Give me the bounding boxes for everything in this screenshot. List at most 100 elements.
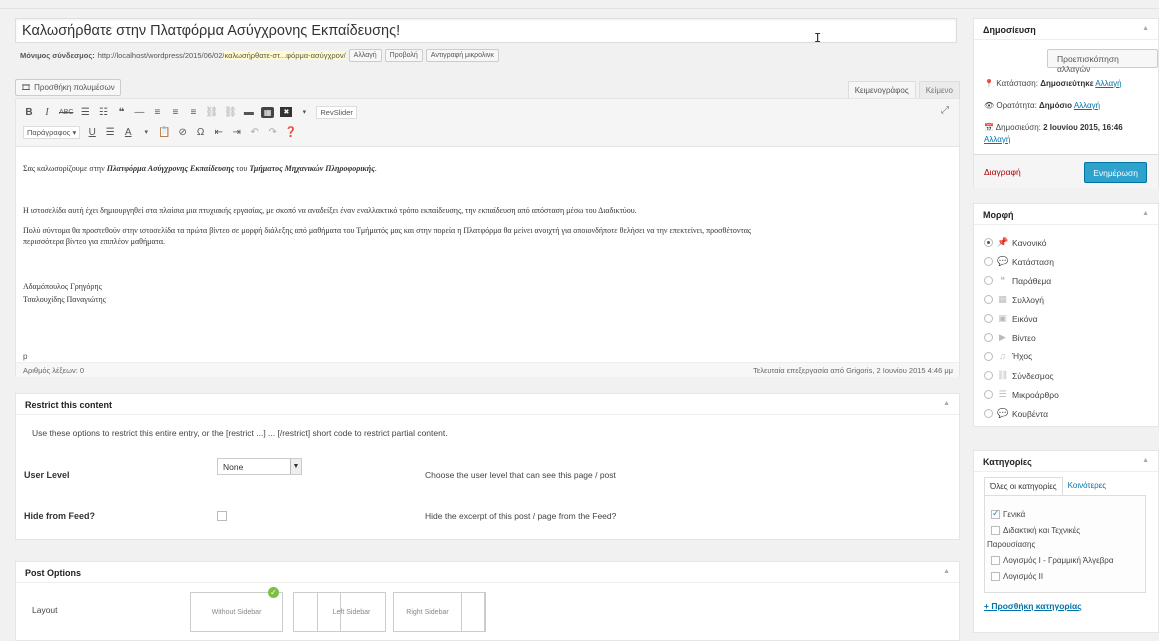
paste-text-icon[interactable]: 📋 (158, 127, 170, 138)
permalink-url[interactable]: http://localhost/wordpress/2015/06/02/ (98, 51, 225, 60)
clear-formatting-icon[interactable]: ⊘ (177, 127, 189, 138)
hide-feed-label: Hide from Feed? (24, 511, 96, 521)
media-icon: 🎞 (21, 83, 32, 92)
post-options-header[interactable]: Post Options ▲ (16, 562, 959, 583)
editor-toolbar: B I ABC ☰ ☷ ❝ — ≡ ≡ ≡ ⛓ ⛓ ▬ ▦ ✖ ▾ RevSli… (16, 99, 959, 147)
edit-visibility-link[interactable]: Αλλαγή (1074, 101, 1100, 110)
delete-link[interactable]: Διαγραφή (984, 167, 1021, 177)
video-icon: ▶ (999, 332, 1006, 342)
tab-visual[interactable]: Κειμενογράφος (847, 81, 916, 98)
layout-right-sidebar[interactable]: Right Sidebar (393, 592, 486, 632)
toolbar-toggle-icon[interactable]: ▦ (260, 106, 275, 118)
insert-link-icon[interactable]: ⛓ (205, 107, 218, 118)
read-more-icon[interactable]: ▬ (243, 107, 255, 118)
bullet-list-icon[interactable]: ☰ (79, 107, 91, 118)
tab-all-categories[interactable]: Όλες οι κατηγορίες (984, 477, 1063, 495)
remove-link-icon[interactable]: ⛓ (224, 107, 237, 118)
add-category-link[interactable]: + Προσθήκη κατηγορίας (984, 601, 1082, 611)
collapse-arrow-icon[interactable]: ▲ (1142, 210, 1149, 217)
permalink-slug[interactable]: καλωσήρθατε-στ...φόρμα-ασύγχρον/ (224, 51, 346, 60)
format-option-audio[interactable]: ♫ Ήχος (984, 351, 1032, 361)
editor-tabs: Κειμενογράφος Κείμενο (845, 81, 960, 98)
add-media-button[interactable]: 🎞 Προσθήκη πολυμέσων (15, 79, 121, 96)
update-button[interactable]: Ενημέρωση (1084, 162, 1147, 183)
category-checkbox[interactable] (991, 526, 1000, 535)
justify-icon[interactable]: ☰ (104, 127, 116, 138)
redo-icon[interactable]: ↷ (267, 127, 279, 138)
format-option-aside[interactable]: ☰ Μικροάρθρο (984, 389, 1059, 400)
format-option-status[interactable]: 💬 Κατάσταση (984, 256, 1054, 267)
format-option-video[interactable]: ▶ Βίντεο (984, 332, 1036, 343)
format-option-quote[interactable]: ❝ Παράθεμα (984, 275, 1051, 286)
permalink-row: Μόνιμος σύνδεσμος: http://localhost/word… (20, 48, 499, 63)
strikethrough-icon[interactable]: ABC (59, 109, 73, 116)
collapse-arrow-icon[interactable]: ▲ (1142, 457, 1149, 464)
edit-status-link[interactable]: Αλλαγή (1095, 79, 1121, 88)
collapse-arrow-icon[interactable]: ▲ (943, 568, 950, 575)
numbered-list-icon[interactable]: ☷ (97, 107, 109, 118)
category-item[interactable]: Λογισμός Ι - Γραμμική Άλγεβρα (991, 556, 1113, 565)
format-option-image[interactable]: ▣ Εικόνα (984, 313, 1038, 324)
indent-icon[interactable]: ⇥ (231, 127, 243, 138)
format-option-chat[interactable]: 💬 Κουβέντα (984, 408, 1048, 419)
permalink-edit-button[interactable]: Αλλαγή (348, 49, 382, 62)
undo-icon[interactable]: ↶ (249, 127, 261, 138)
pin-icon: 📍 (984, 79, 994, 88)
gallery-icon: ▦ (998, 294, 1007, 304)
underline-icon[interactable]: U (86, 127, 98, 138)
special-char-icon[interactable]: Ω (195, 127, 207, 138)
shortcodes-dropdown-icon[interactable]: ▾ (298, 108, 310, 116)
permalink-view-button[interactable]: Προβολή (384, 49, 423, 62)
hide-feed-description: Hide the excerpt of this post / page fro… (425, 511, 617, 521)
blockquote-icon[interactable]: ❝ (115, 107, 127, 118)
shortcodes-icon[interactable]: ✖ (280, 107, 293, 117)
tab-text[interactable]: Κείμενο (918, 81, 960, 98)
get-shortlink-button[interactable]: Αντιγραφή μικρολινκ (425, 49, 499, 62)
chevron-down-icon: ▼ (290, 459, 301, 474)
toolbar-row-1: B I ABC ☰ ☷ ❝ — ≡ ≡ ≡ ⛓ ⛓ ▬ ▦ ✖ ▾ RevSli… (23, 103, 357, 121)
preview-changes-button[interactable]: Προεπισκόπηση αλλαγών (1047, 49, 1158, 74)
outdent-icon[interactable]: ⇤ (213, 127, 225, 138)
category-item[interactable]: Διδακτική και Τεχνικές (991, 526, 1080, 535)
categories-header[interactable]: Κατηγορίες ▲ (974, 451, 1158, 472)
pin-icon: 📌 (997, 237, 1009, 247)
category-item[interactable]: Γενικά (991, 508, 1025, 519)
hide-feed-checkbox[interactable] (217, 511, 227, 521)
restrict-content-header[interactable]: Restrict this content ▲ (16, 394, 959, 415)
user-level-select[interactable]: None ▼ (217, 458, 302, 475)
align-left-icon[interactable]: ≡ (151, 107, 163, 118)
radio-selected[interactable] (984, 238, 993, 247)
fullscreen-icon[interactable]: ⤢ (941, 105, 949, 116)
publish-header[interactable]: Δημοσίευση ▲ (974, 19, 1158, 40)
help-icon[interactable]: ❓ (285, 127, 297, 138)
text-color-dropdown-icon[interactable]: ▾ (140, 128, 152, 136)
user-level-label: User Level (24, 470, 70, 480)
category-item[interactable]: Λογισμός ΙΙ (991, 572, 1043, 581)
format-option-link[interactable]: ⛓ Σύνδεσμος (984, 370, 1054, 381)
layout-left-sidebar[interactable]: Left Sidebar (293, 592, 386, 632)
last-edit-info: Τελευταία επεξεργασία από Grigoris, 2 Ιο… (753, 366, 953, 375)
italic-icon[interactable]: I (41, 107, 53, 118)
layout-without-sidebar[interactable]: ✓ Without Sidebar (190, 587, 283, 632)
edit-date-link[interactable]: Αλλαγή (984, 135, 1010, 144)
tab-popular-categories[interactable]: Κοινότερες (1063, 477, 1112, 495)
format-header[interactable]: Μορφή ▲ (974, 204, 1158, 225)
revslider-button[interactable]: RevSlider (316, 105, 357, 119)
format-option-gallery[interactable]: ▦ Συλλογή (984, 294, 1044, 305)
restrict-description: Use these options to restrict this entir… (32, 428, 448, 438)
horizontal-line-icon[interactable]: — (133, 107, 145, 118)
category-checkbox[interactable] (991, 572, 1000, 581)
collapse-arrow-icon[interactable]: ▲ (943, 400, 950, 407)
align-right-icon[interactable]: ≡ (187, 107, 199, 118)
format-option-standard[interactable]: 📌 Κανονικό (984, 237, 1046, 248)
align-center-icon[interactable]: ≡ (169, 107, 181, 118)
word-count: Αριθμός λέξεων: 0 (23, 366, 85, 375)
bold-icon[interactable]: B (23, 107, 35, 118)
text-color-icon[interactable]: A (122, 127, 134, 138)
toolbar-row-2: Παράγραφος ▾ U ☰ A ▾ 📋 ⊘ Ω ⇤ ⇥ ↶ ↷ ❓ (23, 123, 297, 141)
collapse-arrow-icon[interactable]: ▲ (1142, 25, 1149, 32)
category-checkbox[interactable] (991, 508, 1000, 519)
paragraph-format-select[interactable]: Παράγραφος ▾ (23, 125, 81, 139)
user-level-description: Choose the user level that can see this … (425, 470, 616, 480)
category-checkbox[interactable] (991, 556, 1000, 565)
